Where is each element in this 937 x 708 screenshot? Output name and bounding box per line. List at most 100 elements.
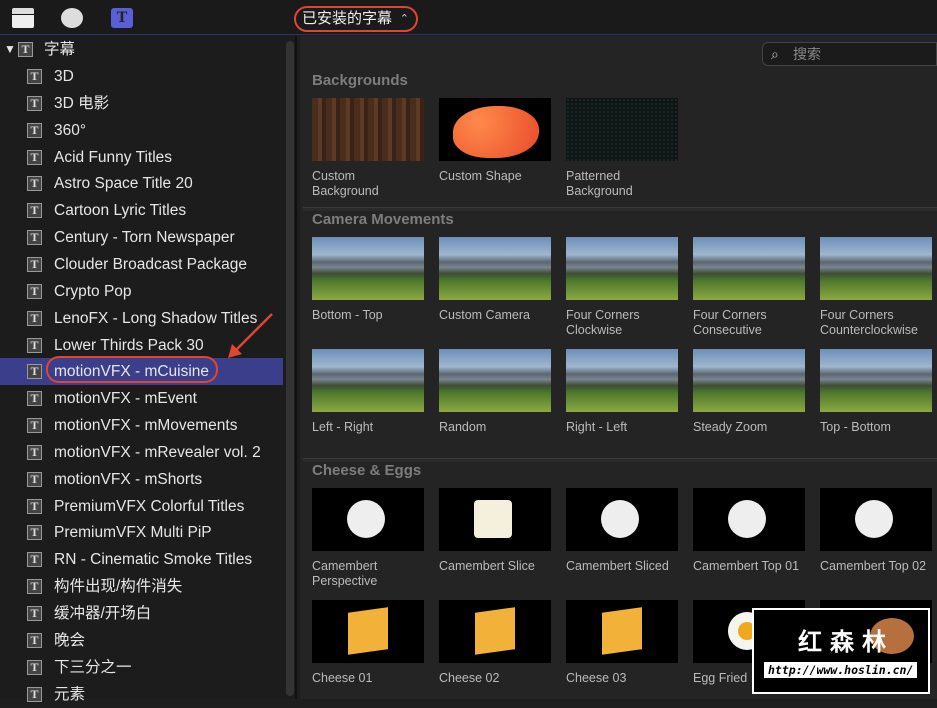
sidebar-item-label: 构件出现/构件消失: [54, 578, 183, 596]
sidebar-item[interactable]: T PremiumVFX Multi PiP: [0, 519, 283, 546]
sidebar-item[interactable]: TmotionVFX - mMovements: [0, 412, 283, 439]
sidebar-item-label: motionVFX - mMovements: [54, 417, 238, 435]
title-thumbnail-item[interactable]: Custom Shape: [439, 98, 551, 184]
title-icon: T: [27, 525, 42, 541]
sidebar-item-label: motionVFX - mShorts: [54, 470, 203, 488]
sidebar-item-label: 下三分之一: [54, 658, 132, 676]
thumbnail-image: [439, 98, 551, 161]
title-thumbnail-item[interactable]: Cheese 02: [439, 600, 551, 686]
title-thumbnail-item[interactable]: Four Corners Counterclockwise: [820, 237, 932, 338]
thumbnail-caption: Custom Shape: [439, 169, 522, 183]
annotation-arrow-icon: [228, 313, 273, 358]
sidebar-item[interactable]: T Century - Torn Newspaper: [0, 224, 283, 251]
sidebar-item[interactable]: T Crypto Pop: [0, 278, 283, 305]
thumbnail-image: [566, 98, 678, 161]
title-thumbnail-item[interactable]: Cheese 01: [312, 600, 424, 686]
thumbnail-image: [439, 600, 551, 663]
sidebar-item[interactable]: T RN - Cinematic Smoke Titles: [0, 546, 283, 573]
sidebar-item[interactable]: T Clouder Broadcast Package: [0, 251, 283, 278]
title-icon: T: [27, 283, 42, 299]
search-placeholder: 搜索: [793, 46, 821, 62]
sidebar-root-titles[interactable]: ▼ T 字幕: [0, 36, 283, 63]
thumbnail-caption: Custom Background: [312, 169, 379, 198]
thumbnail-image: [312, 98, 424, 161]
sidebar-item-label: Cartoon Lyric Titles: [54, 202, 187, 220]
sidebar-item[interactable]: T 元素: [0, 681, 283, 708]
sidebar-item[interactable]: TmotionVFX - mShorts: [0, 466, 283, 493]
sidebar-item[interactable]: T Acid Funny Titles: [0, 144, 283, 171]
sidebar-item[interactable]: T 晚会: [0, 627, 283, 654]
section-title: Backgrounds: [312, 72, 408, 89]
sidebar-item[interactable]: T 构件出现/构件消失: [0, 573, 283, 600]
browser-category-select[interactable]: 已安装的字幕 ⌃: [294, 6, 418, 32]
watermark-logo: 红森林 http://www.hoslin.cn/: [752, 608, 930, 694]
title-thumbnail-item[interactable]: Right - Left: [566, 349, 678, 435]
thumbnail-image: [566, 488, 678, 551]
sidebar-item-label: motionVFX - mEvent: [54, 390, 197, 408]
title-thumbnail-item[interactable]: Camembert Top 02: [820, 488, 932, 574]
sidebar-item[interactable]: T 3D: [0, 63, 283, 90]
sidebar-item-label: Lower Thirds Pack 30: [54, 336, 204, 354]
titles-icon[interactable]: T: [111, 8, 133, 28]
title-icon: T: [27, 149, 42, 165]
title-thumbnail-item[interactable]: Custom Camera: [439, 237, 551, 323]
thumbnail-image: [820, 488, 932, 551]
music-photo-icon[interactable]: [61, 8, 83, 28]
thumbnail-caption: Camembert Sliced: [566, 559, 669, 573]
thumbnail-image: [693, 488, 805, 551]
title-thumbnail-item[interactable]: Patterned Background: [566, 98, 678, 199]
sidebar-item-label: Acid Funny Titles: [54, 148, 173, 166]
thumbnail-image: [312, 237, 424, 300]
sidebar-item-label: Astro Space Title 20: [54, 175, 193, 193]
title-thumbnail-item[interactable]: Random: [439, 349, 551, 435]
sidebar-item[interactable]: T 3D 电影: [0, 90, 283, 117]
thumbnail-caption: Camembert Top 01: [693, 559, 800, 573]
title-thumbnail-item[interactable]: Four Corners Consecutive: [693, 237, 805, 338]
title-icon: T: [27, 498, 42, 514]
sidebar-item-label: Clouder Broadcast Package: [54, 255, 248, 273]
watermark-text: 红森林: [798, 629, 894, 656]
sidebar-item-label: 360°: [54, 121, 87, 139]
sidebar-item[interactable]: T PremiumVFX Colorful Titles: [0, 493, 283, 520]
sidebar-item[interactable]: T 下三分之一: [0, 654, 283, 681]
sidebar-scrollbar[interactable]: [286, 41, 294, 696]
title-thumbnail-item[interactable]: Camembert Perspective: [312, 488, 424, 589]
thumbnail-caption: Cheese 03: [566, 671, 627, 685]
title-thumbnail-item[interactable]: Steady Zoom: [693, 349, 805, 435]
chevron-updown-icon: ⌃: [399, 13, 409, 25]
title-thumbnail-item[interactable]: Camembert Top 01: [693, 488, 805, 574]
search-input[interactable]: ⌕ 搜索: [762, 42, 937, 66]
title-icon: T: [27, 552, 42, 568]
title-thumbnail-item[interactable]: Bottom - Top: [312, 237, 424, 323]
title-thumbnail-item[interactable]: Cheese 03: [566, 600, 678, 686]
section-title: Camera Movements: [312, 211, 454, 228]
disclosure-triangle-icon[interactable]: ▼: [4, 36, 16, 63]
title-thumbnail-item[interactable]: Custom Background: [312, 98, 424, 199]
title-thumbnail-item[interactable]: Top - Bottom: [820, 349, 932, 435]
sidebar-item[interactable]: T 360°: [0, 117, 283, 144]
sidebar-item-label: 缓冲器/开场白: [54, 605, 152, 622]
thumbnail-image: [693, 349, 805, 412]
title-thumbnail-item[interactable]: Camembert Slice: [439, 488, 551, 574]
title-thumbnail-item[interactable]: Four Corners Clockwise: [566, 237, 678, 338]
sidebar-item[interactable]: T Astro Space Title 20: [0, 170, 283, 197]
sidebar-item[interactable]: TmotionVFX - mEvent: [0, 385, 283, 412]
sidebar-item[interactable]: T 缓冲器/开场白: [0, 600, 283, 627]
thumbnail-caption: Bottom - Top: [312, 308, 383, 322]
sidebar-item[interactable]: T Cartoon Lyric Titles: [0, 197, 283, 224]
toolbar: T 已安装的字幕 ⌃: [0, 0, 937, 35]
title-icon: T: [27, 203, 42, 219]
sidebar-item-label: PremiumVFX Colorful Titles: [54, 497, 245, 515]
sidebar-item[interactable]: TmotionVFX - mRevealer vol. 2: [0, 439, 283, 466]
thumbnail-caption: Right - Left: [566, 420, 628, 434]
thumbnail-caption: Cheese 02: [439, 671, 500, 685]
title-thumbnail-item[interactable]: Left - Right: [312, 349, 424, 435]
title-thumbnail-item[interactable]: Camembert Sliced: [566, 488, 678, 574]
thumbnail-image: [566, 237, 678, 300]
title-icon: T: [27, 659, 42, 675]
title-icon: T: [27, 391, 42, 407]
title-icon: T: [27, 364, 42, 380]
thumbnail-caption: Patterned Background: [566, 169, 633, 198]
title-icon: T: [27, 337, 42, 353]
clapper-icon[interactable]: [12, 8, 34, 28]
